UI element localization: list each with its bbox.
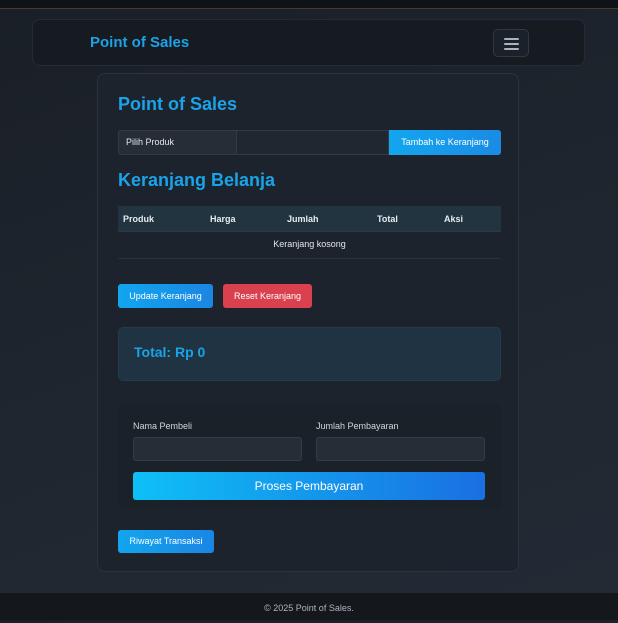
footer: © 2025 Point of Sales. — [0, 593, 618, 620]
payment-amount-input[interactable] — [316, 437, 485, 461]
update-cart-button[interactable]: Update Keranjang — [118, 284, 213, 308]
cart-table: Produk Harga Jumlah Total Aksi Keranjang… — [118, 206, 501, 259]
page-title: Point of Sales — [118, 94, 238, 114]
header-jumlah: Jumlah — [287, 214, 319, 224]
navbar: Point of Sales — [32, 19, 585, 66]
process-payment-button[interactable]: Proses Pembayaran — [133, 472, 485, 500]
transaction-history-button[interactable]: Riwayat Transaksi — [118, 530, 214, 553]
header-harga: Harga — [210, 214, 236, 224]
payment-amount-label: Jumlah Pembayaran — [316, 421, 399, 431]
header-produk: Produk — [123, 214, 155, 224]
add-to-cart-button[interactable]: Tambah ke Keranjang — [389, 130, 501, 155]
reset-cart-button[interactable]: Reset Keranjang — [223, 284, 312, 308]
total-amount: Total: Rp 0 — [134, 344, 206, 360]
window-top-edge — [0, 0, 618, 9]
cart-empty-row: Keranjang kosong — [118, 232, 501, 259]
header-total: Total — [377, 214, 398, 224]
hamburger-icon[interactable] — [493, 29, 529, 57]
pos-card: Point of Sales Pilih Produk Tambah ke Ke… — [97, 73, 519, 572]
total-panel: Total: Rp 0 — [118, 327, 501, 381]
buyer-name-label: Nama Pembeli — [133, 421, 193, 431]
header-aksi: Aksi — [444, 214, 464, 224]
product-selector-row: Pilih Produk Tambah ke Keranjang — [118, 130, 501, 155]
cart-title: Keranjang Belanja — [118, 170, 276, 190]
payment-form: Nama Pembeli Jumlah Pembayaran Proses Pe… — [118, 404, 501, 509]
product-select[interactable] — [236, 130, 389, 155]
buyer-name-input[interactable] — [133, 437, 302, 461]
cart-table-header: Produk Harga Jumlah Total Aksi — [118, 206, 501, 232]
navbar-brand[interactable]: Point of Sales — [90, 34, 189, 51]
product-select-label: Pilih Produk — [118, 130, 236, 155]
